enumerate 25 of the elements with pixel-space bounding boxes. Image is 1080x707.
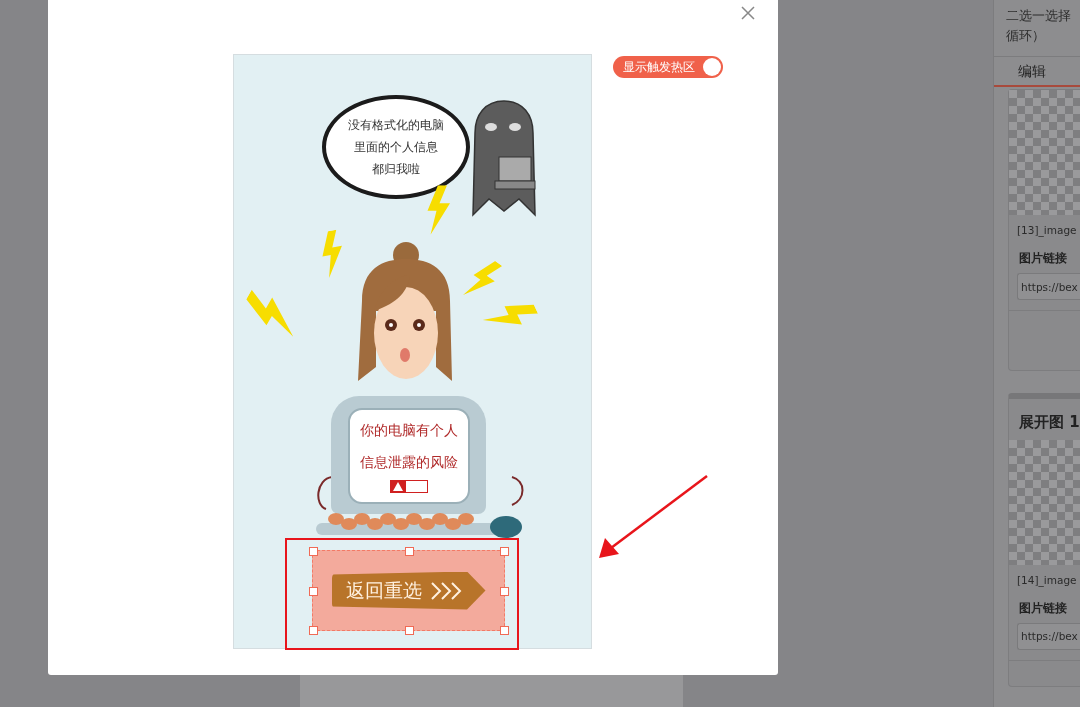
resize-handle[interactable] xyxy=(500,586,509,596)
resize-handle[interactable] xyxy=(500,547,509,556)
resize-handle[interactable] xyxy=(404,626,414,635)
field-label: 图片链接 xyxy=(1018,599,1068,617)
hotspot-toggle[interactable]: 显示触发热区 xyxy=(613,56,723,78)
screen-text: 你的电脑有个人 xyxy=(359,421,458,440)
resize-handle[interactable] xyxy=(309,626,318,635)
resize-handle[interactable] xyxy=(309,547,318,556)
link-input[interactable]: https://bex xyxy=(1017,273,1080,301)
resize-handle[interactable] xyxy=(500,626,509,635)
chevrons-icon xyxy=(429,580,464,601)
card-title: 展开图 1 xyxy=(1018,411,1080,433)
warning-icon xyxy=(389,480,428,493)
close-icon[interactable] xyxy=(740,5,756,21)
image-caption: [14]_image xyxy=(1016,572,1078,586)
bubble-text: 没有格式化的电脑 里面的个人信息 都归我啦 xyxy=(348,117,444,178)
back-button[interactable]: 返回重选 xyxy=(331,571,486,610)
resize-handle[interactable] xyxy=(404,547,414,556)
tab[interactable]: 编辑 xyxy=(994,56,1080,88)
link-input[interactable]: https://bex xyxy=(1017,622,1080,650)
field-label: 图片链接 xyxy=(1018,250,1068,268)
screen-text: 信息泄露的风险 xyxy=(359,453,458,472)
resize-handle[interactable] xyxy=(309,586,318,596)
image-caption: [13]_image xyxy=(1016,223,1078,237)
description-text: 循环） xyxy=(1005,27,1046,45)
